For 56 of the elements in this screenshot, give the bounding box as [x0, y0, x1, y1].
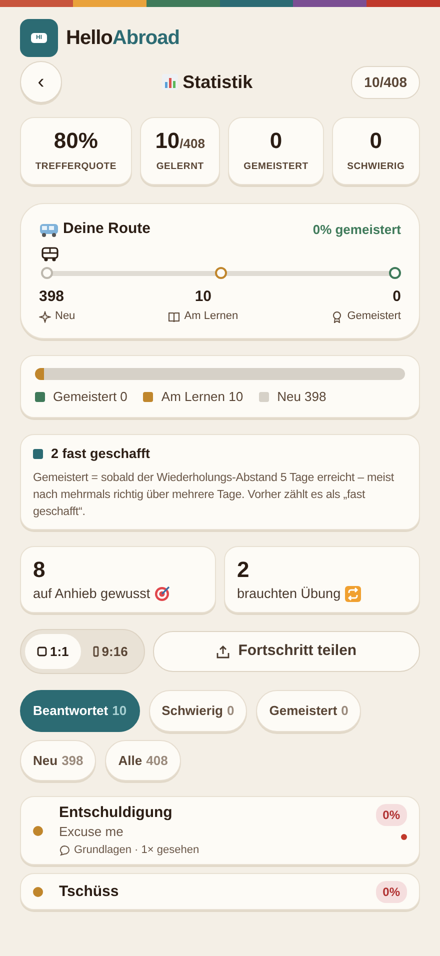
word-translation: Excuse me — [59, 823, 124, 842]
mastered-percent: 0% gemeistert — [312, 220, 401, 239]
format-option[interactable]: 1:1 — [25, 634, 81, 670]
tally-value: 8 — [33, 558, 46, 581]
word-item[interactable]: Entschuldigung Excuse me Grundlagen · 1× gesehen 0% — [20, 796, 420, 866]
legend-label: Gemeistert 0 — [53, 388, 128, 406]
stat-value: 80% — [52, 130, 99, 152]
route-title: Deine Route — [63, 219, 151, 240]
stat-label: GEMEISTERT — [242, 160, 310, 174]
stop-label: Neu — [55, 309, 76, 324]
book-icon — [168, 310, 180, 322]
speech-bubble-icon — [59, 844, 70, 856]
info-title: 2 fast geschafft — [51, 445, 150, 464]
filter-chip[interactable]: Alle 408 — [105, 740, 181, 782]
format-option[interactable]: 9:16 — [80, 634, 140, 670]
tally-value: 2 — [237, 558, 250, 581]
page-title: Statistik — [182, 70, 253, 94]
progress-counter: 10/408 — [351, 66, 420, 98]
brand-name: HelloAbroad — [66, 26, 180, 51]
stop-count: 10 — [194, 286, 212, 307]
filter-chip[interactable]: Beantwortet 10 — [20, 690, 140, 732]
accuracy-badge: 0% — [376, 881, 407, 904]
word-title: Tschüss — [59, 883, 120, 902]
tally-label: auf Anhieb gewusst — [33, 584, 150, 603]
legend-label: Am Lernen 10 — [161, 388, 244, 406]
target-icon — [154, 586, 170, 602]
stat-label: TREFFERQUOTE — [34, 160, 118, 174]
repeat-icon — [344, 586, 361, 602]
share-icon — [216, 644, 230, 659]
stat-value: 0 — [268, 130, 284, 152]
stop-count: 0 — [392, 286, 401, 307]
word-meta: Grundlagen · 1× gesehen — [74, 842, 200, 858]
word-title: Entschuldigung — [59, 804, 174, 822]
stat-label: SCHWIERIG — [346, 160, 406, 174]
filter-chip[interactable]: Gemeistert 0 — [256, 690, 362, 732]
square-icon — [37, 646, 47, 658]
stat-value: 0 — [368, 130, 384, 152]
stat-value: 10/408 — [154, 130, 206, 152]
accuracy-badge: 0% — [376, 804, 407, 826]
stop-label: Gemeistert — [347, 309, 401, 324]
back-button[interactable]: ‹ — [20, 61, 62, 103]
filter-chip[interactable]: Schwierig 0 — [148, 690, 248, 732]
share-button[interactable]: Fortschritt teilen — [152, 631, 420, 672]
tally-label: brauchten Übung — [237, 584, 341, 603]
legend-label: Neu 398 — [277, 388, 326, 406]
bus-icon — [39, 222, 59, 238]
stop-label: Am Lernen — [184, 309, 238, 324]
bar-chart-icon — [160, 73, 179, 91]
filter-chip[interactable]: Neu 398 — [20, 740, 96, 782]
stop-count: 398 — [39, 286, 64, 307]
word-item[interactable]: Tschüss 0% — [20, 873, 420, 910]
info-text: Gemeistert = sobald der Wiederholungs-Abstand 5 Tage erreicht – meist nach mehrmals richtig über mehrere Tage. Vorher zählt es als „fast geschafft“. — [33, 470, 395, 520]
award-icon — [331, 310, 344, 322]
stat-label: GELERNT — [155, 160, 205, 174]
phone-icon — [92, 646, 99, 658]
sparkle-icon — [39, 310, 51, 322]
